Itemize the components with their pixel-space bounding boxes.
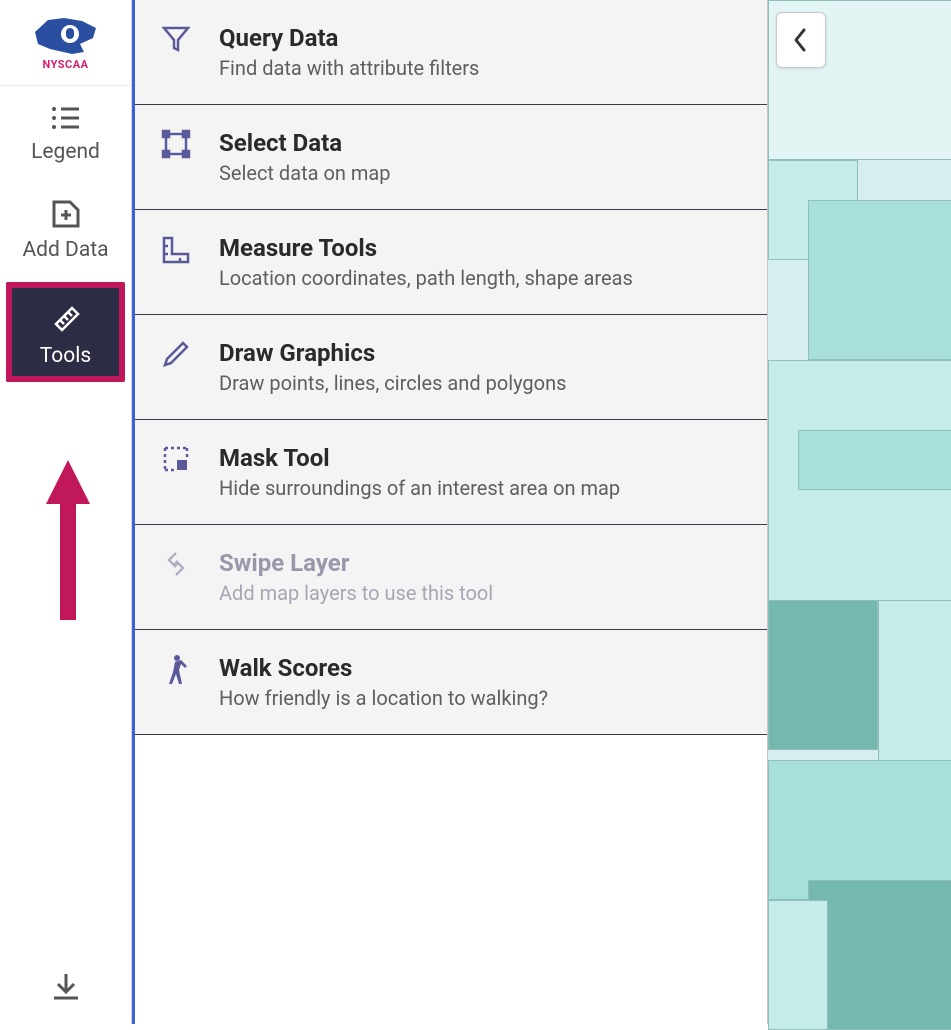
swipe-icon <box>159 549 193 579</box>
rail-item-tools[interactable]: Tools <box>6 282 125 382</box>
brand-logo[interactable]: NYSCAA <box>0 0 131 86</box>
pencil-icon <box>159 339 193 369</box>
tool-swipe-layer: Swipe Layer Add map layers to use this t… <box>135 525 767 630</box>
tool-title: Select Data <box>219 129 741 157</box>
map-canvas[interactable] <box>768 0 951 1024</box>
tool-desc: Location coordinates, path length, shape… <box>219 266 741 290</box>
tool-title: Swipe Layer <box>219 549 741 577</box>
tool-measure[interactable]: Measure Tools Location coordinates, path… <box>135 210 767 315</box>
tool-desc: Draw points, lines, circles and polygons <box>219 371 741 395</box>
tool-desc: Add map layers to use this tool <box>219 581 741 605</box>
tools-panel: Query Data Find data with attribute filt… <box>132 0 768 1024</box>
tool-title: Draw Graphics <box>219 339 741 367</box>
tool-title: Mask Tool <box>219 444 741 472</box>
rail-item-add-data[interactable]: Add Data <box>0 178 131 276</box>
tool-title: Query Data <box>219 24 741 52</box>
tool-desc: How friendly is a location to walking? <box>219 686 741 710</box>
rail-label: Legend <box>31 140 100 164</box>
ruler-icon <box>159 234 193 266</box>
annotation-arrow <box>46 460 86 620</box>
tool-title: Walk Scores <box>219 654 741 682</box>
chevron-left-icon <box>792 27 810 53</box>
tool-desc: Select data on map <box>219 161 741 185</box>
tool-mask[interactable]: Mask Tool Hide surroundings of an intere… <box>135 420 767 525</box>
filter-icon <box>159 24 193 54</box>
walk-icon <box>159 654 193 688</box>
tool-desc: Find data with attribute filters <box>219 56 741 80</box>
rail-label: Tools <box>40 344 91 368</box>
tool-select-data[interactable]: Select Data Select data on map <box>135 105 767 210</box>
tool-draw-graphics[interactable]: Draw Graphics Draw points, lines, circle… <box>135 315 767 420</box>
tool-walk-scores[interactable]: Walk Scores How friendly is a location t… <box>135 630 767 735</box>
tools-icon <box>48 300 84 336</box>
legend-icon <box>49 104 83 132</box>
rail-item-legend[interactable]: Legend <box>0 86 131 178</box>
tool-title: Measure Tools <box>219 234 741 262</box>
add-data-icon <box>50 196 82 230</box>
tool-desc: Hide surroundings of an interest area on… <box>219 476 741 500</box>
mask-icon <box>159 444 193 474</box>
download-icon <box>50 970 82 1002</box>
tool-query-data[interactable]: Query Data Find data with attribute filt… <box>135 0 767 105</box>
ny-state-icon <box>30 14 102 56</box>
rail-label: Add Data <box>22 238 108 262</box>
collapse-panel-button[interactable] <box>776 12 826 68</box>
rail-item-download[interactable] <box>50 952 82 1024</box>
brand-name: NYSCAA <box>42 58 88 71</box>
select-box-icon <box>159 129 193 159</box>
